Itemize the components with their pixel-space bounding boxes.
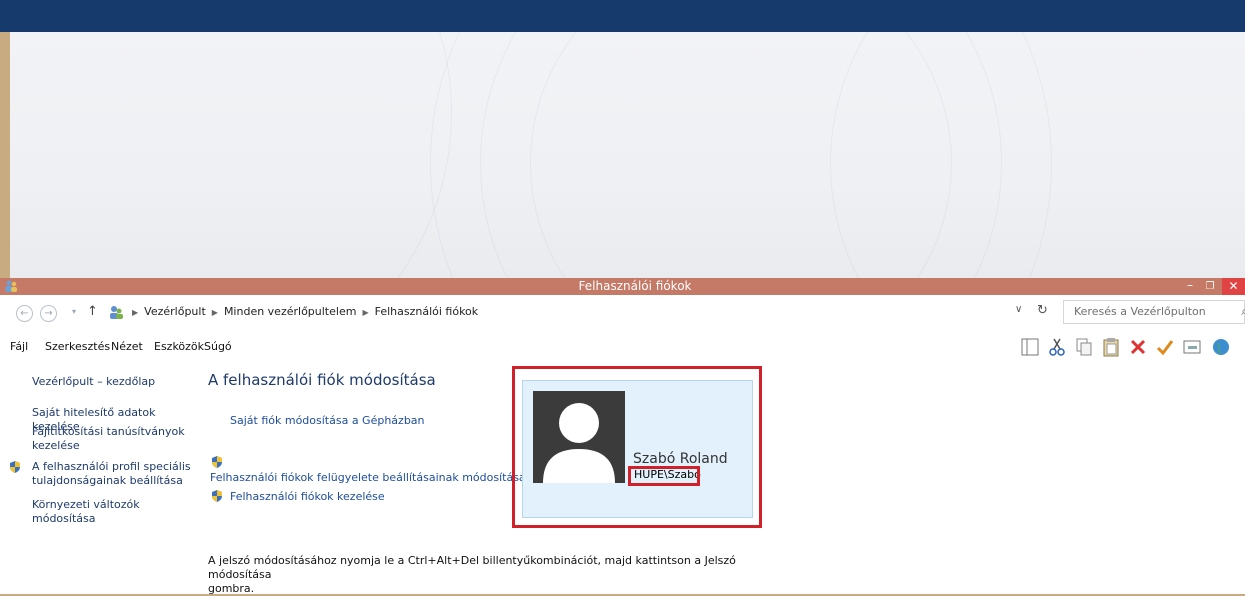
refresh-button[interactable]: ↻ <box>1037 303 1048 318</box>
menu-view[interactable]: Nézet <box>111 340 143 353</box>
paste-icon[interactable] <box>1101 337 1121 357</box>
search-input[interactable]: Keresés a Vezérlőpulton ⌕ <box>1063 300 1245 324</box>
sidebar-item-profile-advanced[interactable]: A felhasználói profil speciális tulajdon… <box>32 460 191 488</box>
globe-icon[interactable] <box>1209 337 1229 357</box>
sidebar-item-label-cont: tulajdonságainak beállítása <box>32 474 183 487</box>
chevron-right-icon: ▶ <box>362 308 369 317</box>
search-icon[interactable]: ⌕ <box>1241 304 1245 319</box>
copy-icon[interactable] <box>1074 337 1094 357</box>
sidebar-item-label-cont: kezelése <box>32 439 80 452</box>
up-button[interactable]: ↑ <box>87 304 98 319</box>
password-change-note: A jelszó módosításához nyomja le a Ctrl+… <box>208 554 768 596</box>
sidebar-item-label: A felhasználói profil speciális <box>32 460 191 473</box>
breadcrumb-control-panel[interactable]: Vezérlőpult <box>144 305 206 318</box>
sidebar-item-label: Fájltitkosítási tanúsítványok <box>32 425 185 438</box>
properties-check-icon[interactable] <box>1155 337 1175 357</box>
back-button[interactable]: ← <box>16 305 33 322</box>
window-title: Felhasználói fiókok <box>578 279 692 293</box>
title-bar[interactable]: Felhasználói fiókok – ❐ ✕ <box>0 278 1245 295</box>
panes-icon[interactable] <box>1020 337 1040 357</box>
window-icon[interactable] <box>1182 337 1202 357</box>
close-button[interactable]: ✕ <box>1222 278 1245 295</box>
note-line-1: A jelszó módosításához nyomja le a Ctrl+… <box>208 554 736 581</box>
shield-icon <box>10 461 20 473</box>
chevron-right-icon: ▶ <box>132 308 139 317</box>
manage-accounts-link[interactable]: Felhasználói fiókok kezelése <box>230 490 385 503</box>
account-id-highlight <box>628 466 700 486</box>
sidebar-item-label: Környezeti változók <box>32 498 140 511</box>
cut-icon[interactable] <box>1047 337 1067 357</box>
search-placeholder: Keresés a Vezérlőpulton <box>1074 305 1206 318</box>
sidebar-item-encryption-certs[interactable]: Fájltitkosítási tanúsítványok kezelése <box>32 425 185 453</box>
highlight-frame <box>512 366 762 528</box>
maximize-button[interactable]: ❐ <box>1200 278 1220 295</box>
minimize-button[interactable]: – <box>1180 278 1200 295</box>
desktop-wallpaper <box>10 32 1245 278</box>
sidebar-home-link[interactable]: Vezérlőpult – kezdőlap <box>32 375 155 389</box>
address-dropdown-button[interactable]: ∨ <box>1015 304 1022 315</box>
wallpaper-swirl <box>830 32 1245 278</box>
chevron-right-icon: ▶ <box>211 308 218 317</box>
menu-help[interactable]: Súgó <box>204 340 232 353</box>
address-bar: ← → ▾ ↑ ▶ Vezérlőpult ▶ Minden vezérlőpulte… <box>0 295 1245 331</box>
breadcrumb: ▶ Vezérlőpult ▶ Minden vezérlőpultelem ▶ Felh… <box>126 305 478 318</box>
control-panel-icon <box>110 306 123 319</box>
sidebar-item-environment-variables[interactable]: Környezeti változók módosítása <box>32 498 140 526</box>
forward-button[interactable]: → <box>40 305 57 322</box>
sidebar-item-label-cont: módosítása <box>32 512 96 525</box>
delete-icon[interactable] <box>1128 337 1148 357</box>
shield-icon <box>212 456 222 468</box>
own-account-settings-link[interactable]: Saját fiók módosítása a Gépházban <box>230 414 425 427</box>
recent-locations-dropdown[interactable]: ▾ <box>72 307 76 316</box>
uac-settings-link[interactable]: Felhasználói fiókok felügyelete beállítá… <box>210 471 526 484</box>
menu-tools[interactable]: Eszközök <box>154 340 204 353</box>
wallpaper-swirl <box>10 32 452 278</box>
page-title: A felhasználói fiók módosítása <box>208 371 436 389</box>
desktop-top-band <box>0 0 1245 32</box>
menu-bar: Fájl Szerkesztés Nézet Eszközök Súgó <box>0 331 1245 359</box>
shield-icon <box>212 490 222 502</box>
menu-file[interactable]: Fájl <box>10 340 28 353</box>
breadcrumb-all-items[interactable]: Minden vezérlőpultelem <box>224 305 357 318</box>
menu-edit[interactable]: Szerkesztés <box>45 340 110 353</box>
breadcrumb-user-accounts[interactable]: Felhasználói fiókok <box>375 305 479 318</box>
